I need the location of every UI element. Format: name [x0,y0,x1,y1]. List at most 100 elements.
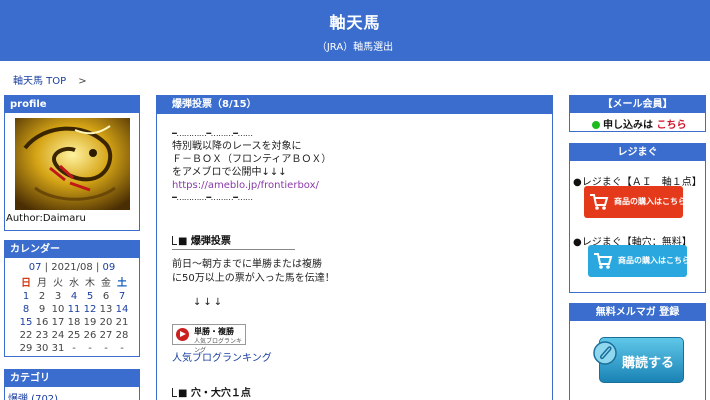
mail-member-heading: 【メール会員】 [570,96,705,113]
calendar-day[interactable]: 15 [18,316,34,329]
calendar-day: - [72,343,76,354]
calendar-day[interactable]: 11 [66,303,82,316]
weekday-wed: 水 [69,278,79,289]
calendar-next-month[interactable]: 09 [103,262,116,273]
intro-line: 特別戦以降のレースを対象に [172,141,302,152]
site-title[interactable]: 軸天馬 [0,9,710,33]
cart-icon [590,194,609,210]
calendar-week: 1 2 3 4 5 6 7 [18,290,130,303]
calendar-week: 8 9 10 11 12 13 14 [18,303,130,316]
calendar-weekday-row: 日 月 火 水 木 金 土 [18,277,130,290]
mail-apply-text: 申し込みは [603,120,653,131]
calendar-day: 6 [102,291,110,302]
article-title[interactable]: 爆弾投票（8/15） [157,96,552,114]
green-dot-icon [592,121,600,129]
section-ana-heading: ■ 穴・大穴１点 [172,384,251,399]
calendar-heading: カレンダー [5,241,139,258]
section-line: に50万以上の票が入った馬を伝達！ [172,273,335,284]
calendar-box: カレンダー 07 | 2021/08 | 09 日 月 火 水 木 金 土 1 … [4,240,140,357]
category-item[interactable]: 爆弾 (702) [8,390,58,400]
calendar-day: 19 [83,317,97,328]
calendar-day: 22 [19,330,33,341]
down-arrows: ↓↓↓ [193,297,225,308]
frontierbox-link[interactable]: https://ameblo.jp/frontierbox/ [172,180,319,191]
weekday-tue: 火 [53,278,63,289]
calendar-day: 27 [99,330,113,341]
weekday-sat: 土 [117,278,127,289]
calendar-nav: 07 | 2021/08 | 09 [5,262,139,273]
calendar-day: 13 [99,304,113,315]
calendar-day: 18 [67,317,81,328]
calendar-day: 17 [51,317,65,328]
merumaga-heading: 無料メルマガ 登録 [570,304,705,321]
main-article: 爆弾投票（8/15） ━…………━………━…… 特別戦以降のレースを対象に Ｆ－… [156,95,553,400]
section-title: ■ 穴・大穴１点 [178,388,251,399]
intro-line: をアメブロで公開中↓↓↓ [172,167,287,178]
weekday-mon: 月 [37,278,47,289]
profile-heading: profile [5,96,139,113]
calendar-day[interactable]: 12 [82,303,98,316]
buy-button-free[interactable]: 商品の購入はこちら [588,245,690,277]
calendar-nav-separator: | [44,262,49,273]
breadcrumb-home-link[interactable]: 軸天馬 TOP [13,76,66,87]
calendar-prev-month[interactable]: 07 [29,262,42,273]
section-bakudan-heading: ■ 爆弾投票 [172,232,231,247]
corner-bracket-icon [172,388,177,397]
calendar-day: 9 [38,304,46,315]
calendar-nav-separator: | [95,262,100,273]
calendar-day: 2 [38,291,46,302]
weekday-fri: 金 [101,278,111,289]
calendar-day[interactable]: 8 [18,303,34,316]
calendar-week: 29 30 31 - - - - [18,342,130,355]
calendar-day: 28 [115,330,129,341]
buy-button-ai[interactable]: 商品の購入はこちら [584,186,686,218]
profile-author: Author:Daimaru [6,213,86,224]
dotted-divider: ━…………━………━…… [172,193,253,202]
corner-bracket-icon [172,236,177,245]
calendar-day[interactable]: 7 [114,290,130,303]
calendar-day: - [120,343,124,354]
profile-box: profile Author:Daimaru [4,95,140,231]
calendar-day: 24 [51,330,65,341]
calendar-week: 15 16 17 18 19 20 21 [18,316,130,329]
ranking-play-icon [176,328,189,341]
weekday-thu: 木 [85,278,95,289]
calendar-day[interactable]: 1 [18,290,34,303]
calendar-day: 20 [99,317,113,328]
regimag-box: レジまぐ ●レジまぐ【ＡＩ 軸１点】 商品の購入はこちら ●レジまぐ【軸穴：無料… [569,143,706,293]
calendar-day: - [88,343,92,354]
weekday-sun: 日 [21,278,31,289]
golden-dragon-image [15,118,130,210]
cart-icon [594,253,613,269]
section-rule [172,249,295,250]
buy-button-label: 商品の購入はこちら [618,256,690,265]
calendar-current-month: 2021/08 [51,262,93,273]
calendar-week: 22 23 24 25 26 27 28 [18,329,130,342]
buy-button-label: 商品の購入はこちら [614,197,686,206]
calendar-day: 3 [54,291,62,302]
regimag-heading: レジまぐ [570,144,705,161]
calendar-grid: 日 月 火 水 木 金 土 1 2 3 4 5 6 7 8 9 10 11 12… [18,277,130,355]
ranking-link[interactable]: 人気ブログランキング [172,349,272,364]
calendar-day: 25 [67,330,81,341]
calendar-day[interactable]: 5 [82,290,98,303]
calendar-day: 23 [35,330,49,341]
subscribe-button[interactable]: 購読する [593,337,684,383]
calendar-day[interactable]: 4 [66,290,82,303]
breadcrumb: 軸天馬 TOP > [13,72,87,87]
calendar-day: 26 [83,330,97,341]
calendar-day[interactable]: 14 [114,303,130,316]
calendar-day: 31 [51,343,65,354]
ranking-banner[interactable]: 単勝・複勝 人気ブログランキング [172,324,246,354]
section-title: ■ 爆弾投票 [178,236,231,247]
calendar-day: 16 [35,317,49,328]
dotted-divider: ━…………━………━…… [172,129,253,138]
site-header: 軸天馬 （JRA）軸馬選出 [0,0,710,61]
category-box: カテゴリ 爆弾 (702) [4,369,140,400]
section-line: 前日～朝方までに単勝または複勝 [172,259,322,270]
mail-apply-link[interactable]: こちら [656,120,686,131]
calendar-day: 29 [19,343,33,354]
mail-member-box: 【メール会員】 申し込みは こちら [569,95,706,132]
calendar-day: - [104,343,108,354]
breadcrumb-separator: > [78,76,87,87]
